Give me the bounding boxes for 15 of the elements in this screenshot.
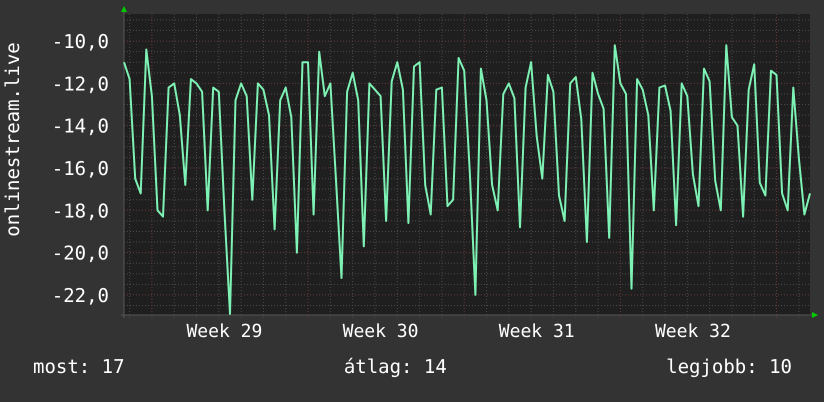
stat-label: legjobb: 10 xyxy=(666,355,792,380)
axis-tick-label: Week 32 xyxy=(654,321,731,342)
axis-tick-label: -14,0 xyxy=(52,116,109,138)
axis-tick-label: Week 29 xyxy=(186,321,262,342)
axis-tick-label: -20,0 xyxy=(52,242,109,265)
stat-label: átlag: 14 xyxy=(344,355,447,380)
stat-label: most: 17 xyxy=(33,355,125,380)
axis-tick-label: Week 31 xyxy=(498,321,575,342)
axis-tick-label: -22,0 xyxy=(52,284,109,307)
axis-tick-label: Week 30 xyxy=(342,321,418,342)
axis-tick-label: -18,0 xyxy=(52,200,109,222)
axis-tick-label: -12,0 xyxy=(52,73,109,96)
axis-tick-label: -16,0 xyxy=(52,158,109,180)
axis-tick-label: -10,0 xyxy=(52,31,109,54)
axis-title: onlinestream.live xyxy=(2,42,24,237)
